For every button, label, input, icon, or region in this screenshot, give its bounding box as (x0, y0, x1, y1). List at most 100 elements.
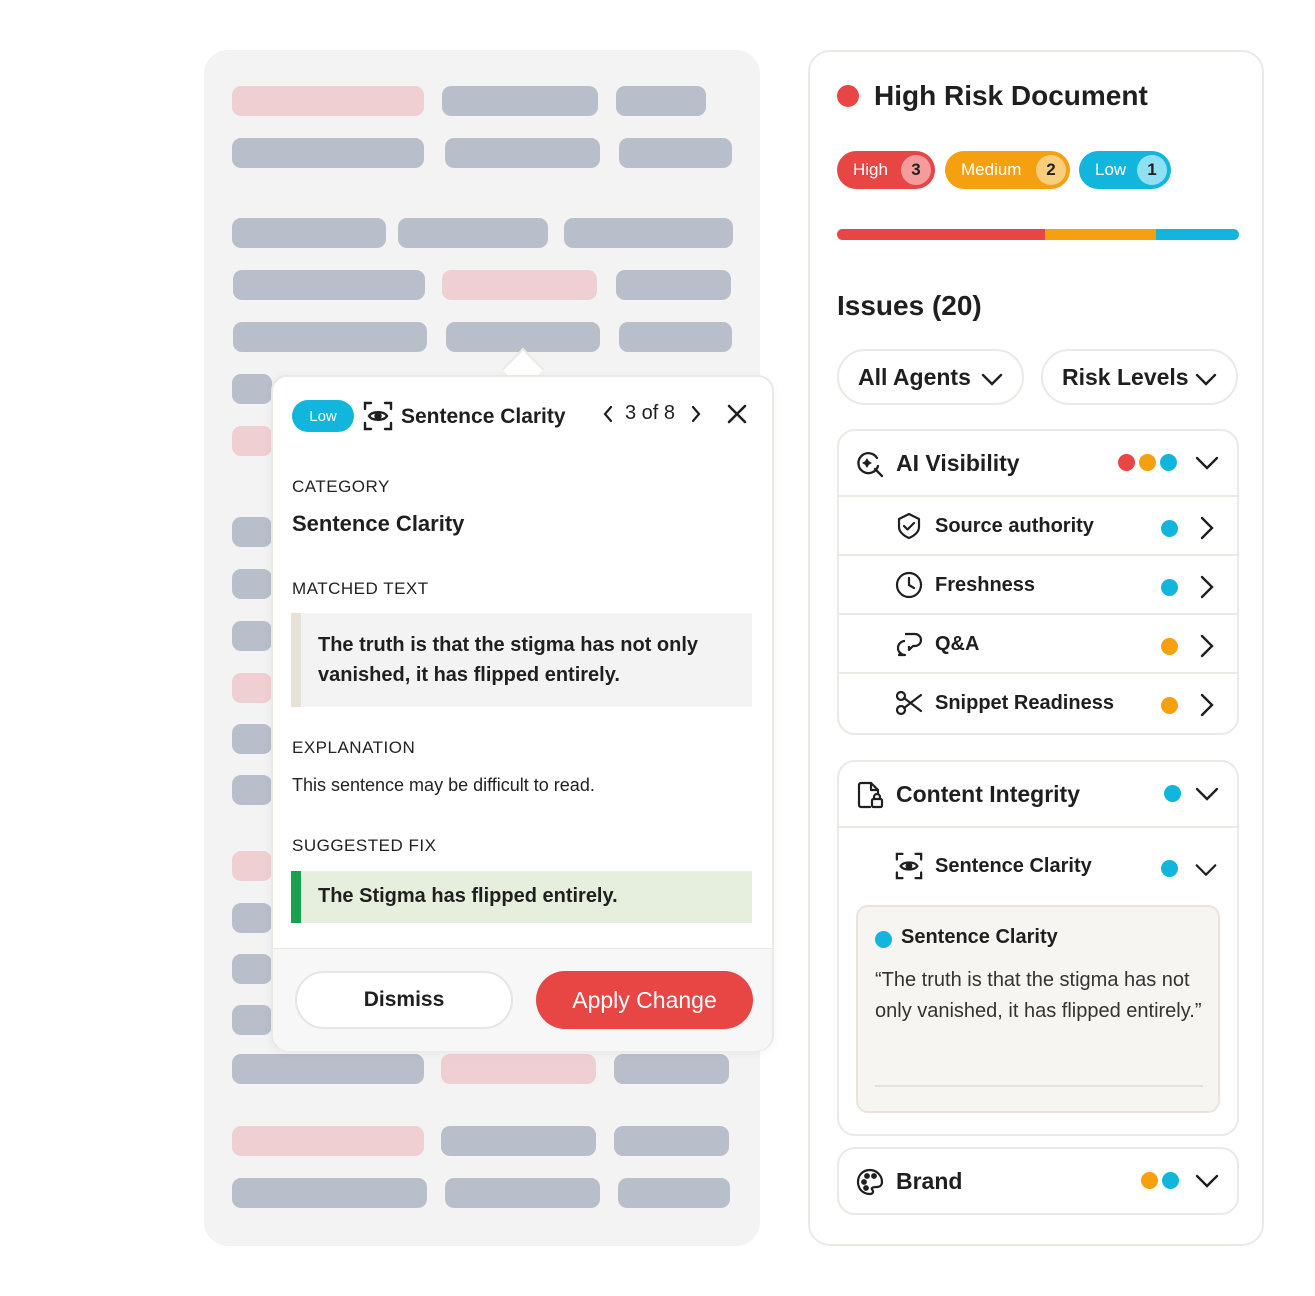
document-lock-icon (857, 781, 884, 809)
text-line-placeholder (232, 426, 272, 456)
text-line-placeholder (232, 724, 272, 754)
group-title: Brand (896, 1168, 963, 1194)
low-risk-dot (875, 931, 892, 948)
eye-scan-icon (895, 852, 923, 880)
text-line-placeholder (232, 1126, 424, 1156)
dismiss-button[interactable]: Dismiss (295, 971, 513, 1029)
text-line-placeholder (441, 1126, 596, 1156)
risk-pill-high[interactable]: High 3 (837, 151, 935, 189)
clock-icon (895, 571, 923, 599)
text-line-placeholder (233, 270, 425, 300)
risk-pill-low[interactable]: Low 1 (1079, 151, 1171, 189)
issue-detail-title: Sentence Clarity (901, 926, 1058, 948)
text-line-placeholder (232, 569, 272, 599)
category-label: CATEGORY (292, 477, 390, 496)
matched-text: The truth is that the stigma has not onl… (291, 613, 752, 707)
close-icon (727, 404, 747, 424)
risk-pill-label: Low (1095, 160, 1127, 179)
chevron-down-icon (1195, 1174, 1219, 1188)
chevron-down-icon (1195, 787, 1219, 801)
chevron-down-icon (1195, 456, 1219, 470)
risk-pill-medium[interactable]: Medium 2 (945, 151, 1070, 189)
text-line-placeholder (614, 1054, 729, 1084)
low-risk-dot (1161, 520, 1178, 537)
popup-title: Sentence Clarity (401, 405, 566, 428)
ai-visibility-group: AI Visibility Source authority Freshness… (837, 429, 1239, 735)
suggested-fix-label: SUGGESTED FIX (292, 836, 437, 855)
medium-risk-dot (1161, 638, 1178, 655)
previous-issue-button[interactable] (597, 399, 619, 429)
text-line-placeholder (233, 322, 427, 352)
filter-label: Risk Levels (1062, 363, 1189, 390)
text-line-placeholder (618, 1178, 730, 1208)
scissors-icon (895, 690, 923, 716)
risk-bar-segment (1155, 229, 1239, 240)
content-integrity-group: Content Integrity Sentence Clarity Sente… (837, 760, 1239, 1136)
close-popup-button[interactable] (723, 399, 751, 429)
medium-risk-dot (1141, 1172, 1158, 1189)
text-line-placeholder (232, 775, 272, 805)
risk-pill-label: High (853, 160, 888, 179)
text-line-placeholder (398, 218, 548, 248)
popup-footer: Dismiss Apply Change (273, 948, 772, 1051)
brand-group: Brand (837, 1147, 1239, 1215)
agent-label: Source authority (935, 515, 1094, 537)
high-risk-dot (1118, 454, 1135, 471)
text-line-placeholder (445, 1178, 600, 1208)
issues-title: Issues (20) (837, 290, 982, 321)
chevron-right-icon (1200, 575, 1214, 599)
ai-visibility-header[interactable]: AI Visibility (839, 431, 1237, 495)
divider (875, 1085, 1203, 1087)
text-line-placeholder (232, 851, 272, 881)
issue-detail-card[interactable]: Sentence Clarity “The truth is that the … (856, 905, 1220, 1113)
issue-popup: Low Sentence Clarity 3 of 8 CATEGORY Sen… (271, 375, 774, 1051)
chat-bubbles-icon (896, 632, 923, 657)
agent-row-source-authority[interactable]: Source authority (839, 495, 1237, 554)
text-line-placeholder (442, 270, 597, 300)
text-line-placeholder (445, 138, 600, 168)
medium-risk-dot (1161, 697, 1178, 714)
agent-row-sentence-clarity[interactable]: Sentence Clarity (839, 826, 1237, 902)
medium-risk-dot (1139, 454, 1156, 471)
all-agents-filter[interactable]: All Agents (837, 349, 1024, 405)
risk-pill-count: 2 (1036, 155, 1066, 185)
issues-panel: High Risk Document High 3 Medium 2 Low 1… (808, 50, 1264, 1246)
text-line-placeholder (442, 86, 598, 116)
shield-check-icon (897, 512, 921, 540)
text-line-placeholder (232, 1054, 424, 1084)
low-risk-dot (1164, 785, 1181, 802)
agent-label: Q&A (935, 633, 980, 655)
risk-levels-filter[interactable]: Risk Levels (1041, 349, 1238, 405)
chevron-right-icon (1200, 693, 1214, 717)
risk-dots (1164, 785, 1181, 802)
agent-row-freshness[interactable]: Freshness (839, 554, 1237, 613)
agent-row-snippet-readiness[interactable]: Snippet Readiness (839, 672, 1237, 731)
content-integrity-header[interactable]: Content Integrity (839, 762, 1237, 826)
risk-dots (1141, 1172, 1179, 1189)
chevron-down-icon (1195, 864, 1217, 877)
palette-icon (856, 1168, 884, 1196)
text-line-placeholder (232, 138, 424, 168)
text-line-placeholder (232, 374, 272, 404)
agent-row-qa[interactable]: Q&A (839, 613, 1237, 672)
brand-header[interactable]: Brand (839, 1149, 1237, 1213)
text-line-placeholder (232, 954, 272, 984)
text-line-placeholder (232, 673, 272, 703)
text-line-placeholder (619, 138, 732, 168)
risk-dots (1118, 454, 1177, 471)
text-line-placeholder (616, 270, 731, 300)
chevron-down-icon (981, 373, 1003, 386)
risk-pill-count: 1 (1137, 155, 1167, 185)
risk-level-badge: Low (292, 400, 354, 432)
popup-header: Low Sentence Clarity 3 of 8 (273, 377, 772, 457)
text-line-placeholder (232, 218, 386, 248)
low-risk-dot (1161, 579, 1178, 596)
eye-scan-icon (363, 401, 393, 431)
explanation-label: EXPLANATION (292, 738, 416, 757)
issue-detail-quote: “The truth is that the stigma has not on… (875, 969, 1202, 1022)
apply-change-button[interactable]: Apply Change (536, 971, 753, 1029)
text-line-placeholder (232, 517, 272, 547)
explanation-text: This sentence may be difficult to read. (292, 775, 595, 795)
next-issue-button[interactable] (685, 399, 707, 429)
risk-bar-segment (837, 229, 1045, 240)
